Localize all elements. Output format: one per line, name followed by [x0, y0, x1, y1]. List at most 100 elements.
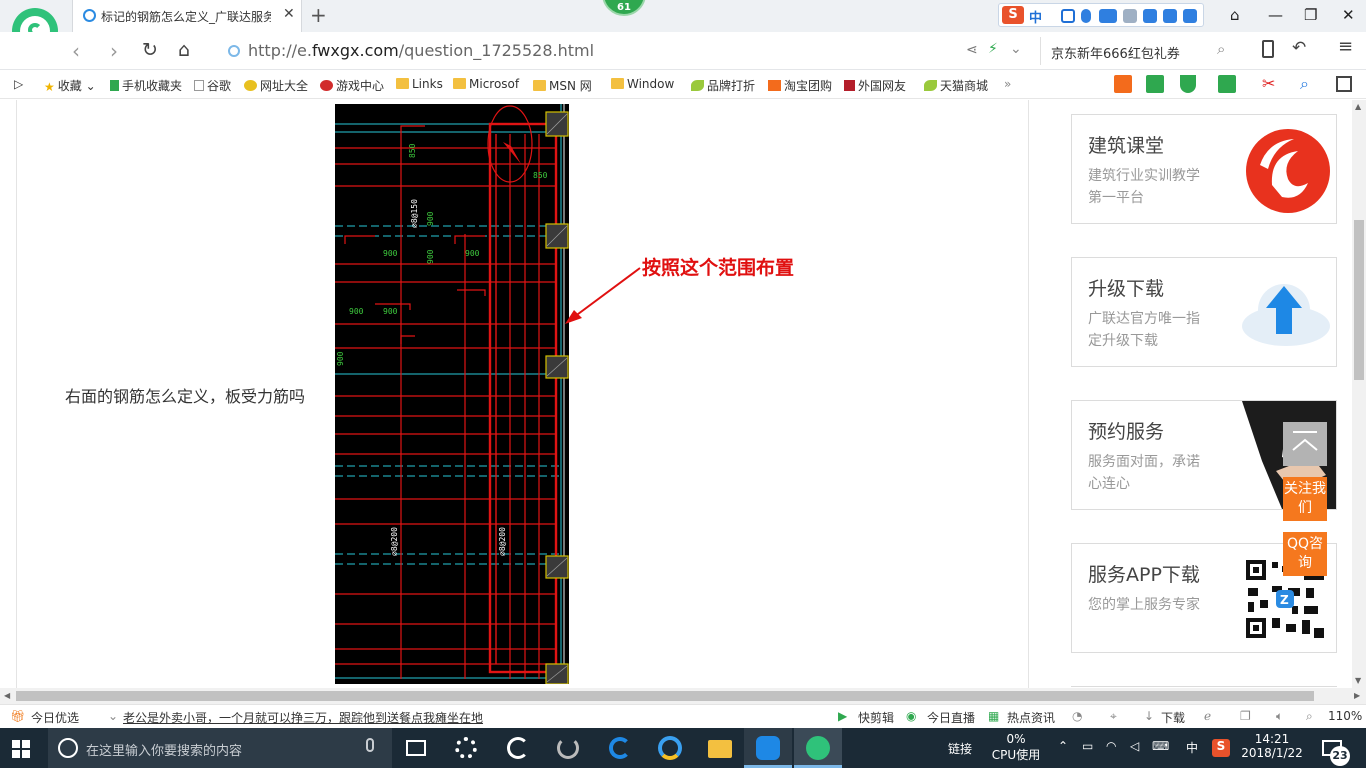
edge-browser-icon[interactable]: [596, 728, 644, 768]
discount-icon[interactable]: [1114, 75, 1132, 93]
sidebar-toggle-icon[interactable]: ▷: [14, 77, 23, 91]
new-tab-button[interactable]: +: [310, 3, 327, 27]
quick-edit-link[interactable]: 快剪辑: [858, 709, 894, 726]
scroll-left-icon[interactable]: ◀: [4, 691, 10, 700]
glodon-running-app-icon[interactable]: [744, 728, 792, 768]
pin-icon[interactable]: ⌖: [1110, 709, 1117, 724]
menu-icon[interactable]: ≡: [1338, 36, 1353, 57]
bookmark-windows[interactable]: Window: [611, 77, 674, 91]
microphone-icon[interactable]: [366, 738, 374, 752]
tab-close-icon[interactable]: ✕: [283, 6, 295, 22]
bookmark-mobile[interactable]: 手机收藏夹: [110, 77, 182, 94]
book-icon[interactable]: [1146, 75, 1164, 93]
sogou-tray-icon[interactable]: S: [1212, 739, 1230, 757]
back-button[interactable]: ‹: [72, 39, 80, 63]
notification-badge[interactable]: 61: [602, 0, 646, 16]
scroll-up-icon[interactable]: ▲: [1355, 102, 1361, 111]
keyboard-icon[interactable]: ⌨: [1152, 739, 1169, 753]
chevron-down-icon[interactable]: ⌄: [1010, 41, 1022, 57]
bookmark-hao[interactable]: 网址大全: [244, 77, 308, 94]
battery-icon[interactable]: ▭: [1082, 739, 1093, 753]
shield-icon[interactable]: [1180, 75, 1196, 93]
qq-consult-button[interactable]: QQ咨询: [1283, 532, 1327, 576]
bookmark-foreign[interactable]: 外国网友: [844, 77, 906, 94]
card-upgrade-download[interactable]: 升级下载 广联达官方唯一指定升级下载: [1071, 257, 1337, 367]
back-to-top-button[interactable]: [1283, 422, 1327, 466]
active-tab[interactable]: 标记的钢筋怎么定义_广联达服务 ✕: [72, 0, 302, 32]
hot-news-link[interactable]: 热点资讯: [1007, 709, 1055, 726]
bookmark-taobao[interactable]: 淘宝团购: [768, 77, 832, 94]
scissors-icon[interactable]: ✂: [1262, 74, 1275, 93]
emoji-icon[interactable]: [1061, 9, 1075, 23]
bookmark-microsoft[interactable]: Microsof: [453, 77, 519, 91]
taskbar-search-box[interactable]: 在这里输入你要搜索的内容: [48, 728, 392, 768]
url-field[interactable]: http://e.fwxgx.com/question_1725528.html…: [218, 37, 1038, 65]
search-field[interactable]: 京东新年666红包礼券 ⌕: [1040, 37, 1246, 65]
close-window-button[interactable]: ✕: [1342, 6, 1355, 24]
refresh-button[interactable]: ↻: [142, 39, 158, 61]
live-link[interactable]: 今日直播: [927, 709, 975, 726]
show-hidden-icons[interactable]: ⌃: [1058, 739, 1068, 753]
ime-mode-label[interactable]: 中: [1029, 7, 1042, 26]
home-button[interactable]: ⌂: [178, 39, 190, 61]
browser-360-icon[interactable]: [494, 728, 542, 768]
lightning-icon[interactable]: ⚡: [988, 41, 998, 57]
browser-e-icon[interactable]: ℯ: [1204, 709, 1211, 723]
vertical-scrollbar[interactable]: ▲ ▼: [1352, 100, 1366, 688]
windows-start-icon[interactable]: [12, 740, 30, 758]
wrench-icon[interactable]: [1183, 9, 1197, 23]
card-building-class[interactable]: 建筑课堂 建筑行业实训教学第一平台: [1071, 114, 1337, 224]
bookmark-favorites[interactable]: ★ 收藏 ⌄: [44, 77, 96, 94]
file-explorer-icon[interactable]: [696, 728, 744, 768]
vertical-scroll-thumb[interactable]: [1354, 220, 1364, 380]
chevron-down-icon[interactable]: ⌄: [108, 709, 118, 723]
cpu-usage-widget[interactable]: 0% CPU使用: [988, 732, 1044, 763]
glodon-app-icon[interactable]: [544, 728, 592, 768]
search-icon[interactable]: ⌕: [1300, 74, 1309, 94]
today-picks-label[interactable]: 今日优选: [31, 709, 79, 726]
gift-icon[interactable]: 🎁︎: [10, 709, 25, 723]
volume-icon[interactable]: 🔈︎: [1276, 709, 1283, 724]
bookmark-links[interactable]: Links: [396, 77, 443, 91]
task-view-icon[interactable]: [392, 728, 440, 768]
bookmark-tmall[interactable]: 天猫商城: [924, 77, 988, 94]
bookmark-games[interactable]: 游戏中心: [320, 77, 384, 94]
site-info-icon[interactable]: [228, 45, 240, 57]
pinwheel-app-icon[interactable]: [442, 728, 490, 768]
share-icon[interactable]: ⋖: [966, 42, 978, 58]
download-link[interactable]: 下载: [1161, 709, 1185, 726]
scroll-right-icon[interactable]: ▶: [1354, 691, 1360, 700]
speed-icon[interactable]: ◔: [1072, 709, 1082, 723]
news-ticker-link[interactable]: 老公是外卖小哥，一个月就可以挣三万，跟踪他到送餐点我瘫坐在地: [123, 709, 483, 726]
shirt-skin-icon[interactable]: ⌂: [1230, 6, 1240, 24]
window-icon[interactable]: ❐: [1240, 709, 1251, 723]
minimize-button[interactable]: —: [1268, 6, 1283, 24]
microphone-icon[interactable]: [1081, 9, 1091, 23]
mobile-icon[interactable]: [1262, 40, 1274, 58]
wifi-icon[interactable]: ◠: [1106, 739, 1116, 753]
sogou-ime-toolbar[interactable]: S 中: [998, 3, 1204, 27]
bookmark-brand-discount[interactable]: 品牌打折: [691, 77, 755, 94]
clock[interactable]: 14:21 2018/1/22: [1236, 732, 1308, 760]
cad-drawing-image[interactable]: 850 850 900 900 900 900 900 900 900 ⌀8@1…: [335, 104, 569, 685]
ime-language-label[interactable]: 中: [1186, 739, 1198, 756]
restore-button[interactable]: ❐: [1304, 6, 1317, 24]
follow-us-button[interactable]: 关注我们: [1283, 477, 1327, 521]
upload-icon[interactable]: [1163, 9, 1177, 23]
scroll-down-icon[interactable]: ▼: [1355, 676, 1361, 685]
search-icon[interactable]: ⌕: [1217, 40, 1225, 58]
volume-icon[interactable]: ◁: [1130, 739, 1139, 753]
apps-icon[interactable]: [1336, 76, 1352, 92]
internet-explorer-icon[interactable]: [646, 728, 694, 768]
zoom-level[interactable]: 110%: [1328, 709, 1362, 723]
forward-button[interactable]: ›: [110, 39, 118, 63]
horizontal-scrollbar[interactable]: ◀ ▶: [0, 688, 1366, 704]
links-toolbar-label[interactable]: 链接: [948, 740, 972, 757]
keyboard-icon[interactable]: [1099, 9, 1117, 23]
translate-icon[interactable]: [1218, 75, 1236, 93]
horizontal-scroll-thumb[interactable]: [16, 691, 1314, 701]
browser-360-running-icon[interactable]: [794, 728, 842, 768]
skin-icon[interactable]: [1143, 9, 1157, 23]
bookmark-msn[interactable]: MSN 网: [533, 77, 592, 94]
bookmark-google[interactable]: 谷歌: [194, 77, 231, 94]
